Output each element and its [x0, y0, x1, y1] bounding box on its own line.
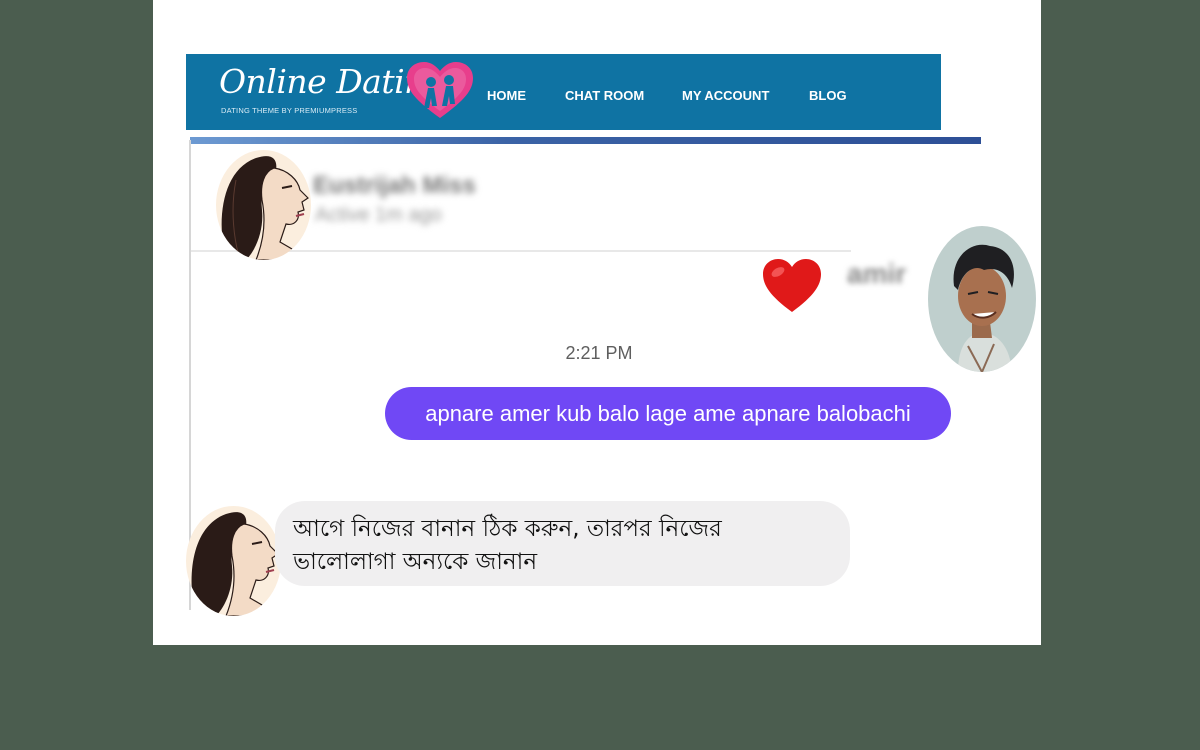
reactor-avatar[interactable] — [928, 226, 1036, 372]
site-navbar: Online Dating DATING THEME BY PREMIUMPRE… — [186, 54, 941, 130]
contact-avatar[interactable] — [216, 150, 311, 260]
man-cartoon-avatar-icon — [928, 226, 1036, 372]
outgoing-message-bubble[interactable]: apnare amer kub balo lage ame apnare bal… — [385, 387, 951, 440]
sender-avatar[interactable] — [186, 506, 281, 616]
reactor-name: amir — [847, 258, 907, 289]
nav-chat-room[interactable]: CHAT ROOM — [565, 88, 644, 103]
message-timestamp: 2:21 PM — [565, 343, 633, 363]
nav-my-account[interactable]: MY ACCOUNT — [682, 88, 769, 103]
header-divider — [190, 137, 981, 144]
incoming-message-bubble[interactable]: আগে নিজের বানান ঠিক করুন, তারপর নিজের ভা… — [275, 501, 850, 586]
contact-status: Active 1m ago — [315, 204, 442, 226]
site-logo[interactable]: Online Dating DATING THEME BY PREMIUMPRE… — [219, 60, 479, 124]
woman-profile-avatar-icon — [216, 150, 311, 260]
nav-home[interactable]: HOME — [487, 88, 526, 103]
nav-blog[interactable]: BLOG — [809, 88, 847, 103]
woman-profile-avatar-icon — [186, 506, 281, 616]
heart-couple-icon — [407, 62, 473, 118]
logo-tagline: DATING THEME BY PREMIUMPRESS — [221, 106, 358, 115]
contact-name[interactable]: Eustrijah Miss — [313, 172, 476, 200]
page-background: Online Dating DATING THEME BY PREMIUMPRE… — [153, 0, 1041, 645]
red-heart-icon[interactable] — [762, 258, 822, 314]
